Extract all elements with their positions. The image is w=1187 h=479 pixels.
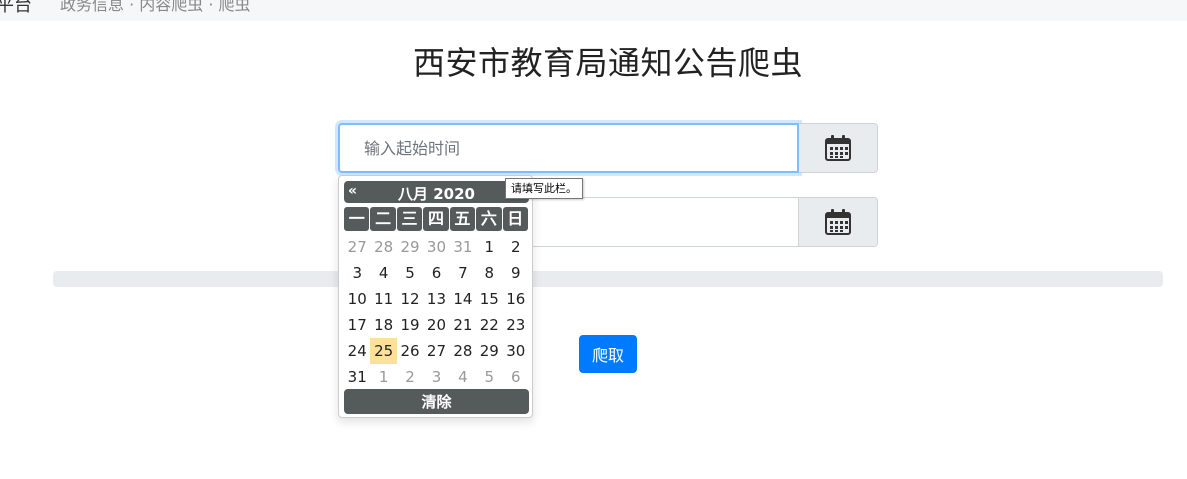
calendar-icon bbox=[825, 209, 851, 235]
datepicker-day-cell[interactable]: 2 bbox=[503, 234, 529, 260]
datepicker-day-cell[interactable]: 6 bbox=[503, 364, 529, 390]
datepicker-day-cell[interactable]: 11 bbox=[370, 286, 396, 312]
start-date-group bbox=[338, 123, 878, 173]
datepicker-day-cell[interactable]: 21 bbox=[450, 312, 476, 338]
datepicker-day-cell[interactable]: 19 bbox=[397, 312, 423, 338]
datepicker-day-cell[interactable]: 29 bbox=[397, 234, 423, 260]
datepicker-week-row: 24 25 26 27 28 29 30 bbox=[344, 338, 529, 364]
datepicker-day-cell[interactable]: 28 bbox=[370, 234, 396, 260]
weekday-header: 五 bbox=[449, 207, 476, 231]
datepicker-day-cell[interactable]: 30 bbox=[423, 234, 449, 260]
datepicker-day-cell[interactable]: 23 bbox=[503, 312, 529, 338]
datepicker-weekdays: 一二三四五六日 bbox=[344, 207, 529, 231]
weekday-header: 三 bbox=[396, 207, 423, 231]
datepicker-day-cell[interactable]: 27 bbox=[344, 234, 370, 260]
datepicker-day-cell[interactable]: 8 bbox=[476, 260, 502, 286]
weekday-header: 二 bbox=[370, 207, 396, 231]
datepicker-day-cell[interactable]: 22 bbox=[476, 312, 502, 338]
datepicker-month-switch[interactable]: 八月 2020 bbox=[344, 183, 529, 204]
datepicker-day-cell[interactable]: 28 bbox=[450, 338, 476, 364]
datepicker-day-cell[interactable]: 6 bbox=[423, 260, 449, 286]
validation-tooltip: 请填写此栏。 bbox=[505, 178, 583, 199]
datepicker-day-cell[interactable]: 3 bbox=[423, 364, 449, 390]
datepicker-day-cell[interactable]: 2 bbox=[397, 364, 423, 390]
datepicker-day-cell[interactable]: 5 bbox=[397, 260, 423, 286]
weekday-header: 六 bbox=[476, 207, 502, 231]
datepicker-day-cell[interactable]: 27 bbox=[423, 338, 449, 364]
weekday-header: 一 bbox=[344, 207, 370, 231]
datepicker-day-cell[interactable]: 12 bbox=[397, 286, 423, 312]
datepicker-day-cell[interactable]: 20 bbox=[423, 312, 449, 338]
datepicker-header: 八月 2020 « bbox=[344, 181, 529, 203]
navbar-brand[interactable]: 平台 bbox=[0, 0, 32, 17]
crawl-button[interactable]: 爬取 bbox=[579, 335, 637, 373]
start-date-input[interactable] bbox=[338, 123, 799, 173]
datepicker-day-cell[interactable]: 31 bbox=[450, 234, 476, 260]
page-title: 西安市教育局通知公告爬虫 bbox=[412, 44, 803, 82]
datepicker-day-cell[interactable]: 1 bbox=[370, 364, 396, 390]
datepicker-today-cell[interactable]: 25 bbox=[370, 338, 397, 364]
datepicker-day-cell[interactable]: 24 bbox=[344, 338, 370, 364]
datepicker-day-cell[interactable]: 14 bbox=[450, 286, 476, 312]
calendar-icon bbox=[825, 135, 851, 161]
datepicker-day-cell[interactable]: 1 bbox=[476, 234, 502, 260]
datepicker-popup: 八月 2020 « 一二三四五六日 27 28 29 30 31 1 2 3 4 5 6 7 8 9 10 1… bbox=[338, 175, 533, 418]
datepicker-day-cell[interactable]: 7 bbox=[450, 260, 476, 286]
datepicker-week-row: 31 1 2 3 4 5 6 bbox=[344, 364, 529, 390]
datepicker-day-cell[interactable]: 4 bbox=[450, 364, 476, 390]
datepicker-day-cell[interactable]: 16 bbox=[503, 286, 529, 312]
datepicker-week-row: 27 28 29 30 31 1 2 bbox=[344, 234, 529, 260]
datepicker-day-cell[interactable]: 17 bbox=[344, 312, 370, 338]
end-date-calendar-button[interactable] bbox=[799, 197, 878, 247]
datepicker-day-cell[interactable]: 31 bbox=[344, 364, 370, 390]
datepicker-day-cell[interactable]: 10 bbox=[344, 286, 370, 312]
datepicker-clear-button[interactable]: 清除 bbox=[344, 389, 529, 414]
top-navbar: 平台 政务信息 · 内容爬虫 · 爬虫 bbox=[0, 0, 1187, 21]
datepicker-week-row: 3456789 bbox=[344, 260, 529, 286]
datepicker-day-cell[interactable]: 18 bbox=[370, 312, 396, 338]
weekday-header: 四 bbox=[423, 207, 449, 231]
datepicker-day-cell[interactable]: 15 bbox=[476, 286, 502, 312]
datepicker-days-grid: 27 28 29 30 31 1 2 3 4 5 6 7 8 9 10 11 12 13 14 15 16 17 18 19 2… bbox=[344, 234, 529, 390]
datepicker-day-cell[interactable]: 30 bbox=[503, 338, 529, 364]
datepicker-day-cell[interactable]: 3 bbox=[344, 260, 370, 286]
datepicker-day-cell[interactable]: 9 bbox=[503, 260, 529, 286]
progress-bar bbox=[53, 271, 1163, 287]
datepicker-prev-button[interactable]: « bbox=[348, 183, 357, 199]
datepicker-week-row: 17 18 19 20 21 22 23 bbox=[344, 312, 529, 338]
datepicker-day-cell[interactable]: 4 bbox=[370, 260, 396, 286]
datepicker-day-cell[interactable]: 29 bbox=[476, 338, 502, 364]
datepicker-week-row: 10 11 12 13 14 15 16 bbox=[344, 286, 529, 312]
datepicker-day-cell[interactable]: 13 bbox=[423, 286, 449, 312]
datepicker-day-cell[interactable]: 5 bbox=[476, 364, 502, 390]
navbar-breadcrumb: 政务信息 · 内容爬虫 · 爬虫 bbox=[60, 0, 251, 14]
datepicker-day-cell[interactable]: 26 bbox=[397, 338, 423, 364]
weekday-header: 日 bbox=[502, 207, 528, 231]
start-date-calendar-button[interactable] bbox=[799, 123, 878, 173]
